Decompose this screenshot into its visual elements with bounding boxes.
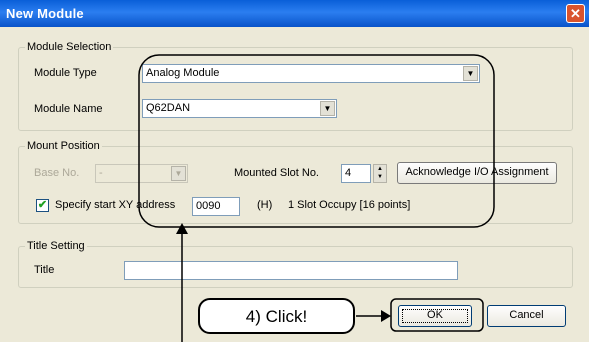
new-module-dialog: New Module ✕ Module Selection Module Typ…	[0, 0, 589, 342]
ok-highlight	[390, 298, 484, 332]
callout-arrow-head	[381, 310, 391, 322]
highlight-region	[138, 54, 495, 228]
pointer-arrow-head	[176, 223, 188, 234]
callout-text: 4) Click!	[245, 307, 308, 326]
annotation-overlay	[138, 54, 495, 342]
callout-bubble: 4) Click!	[198, 298, 355, 334]
